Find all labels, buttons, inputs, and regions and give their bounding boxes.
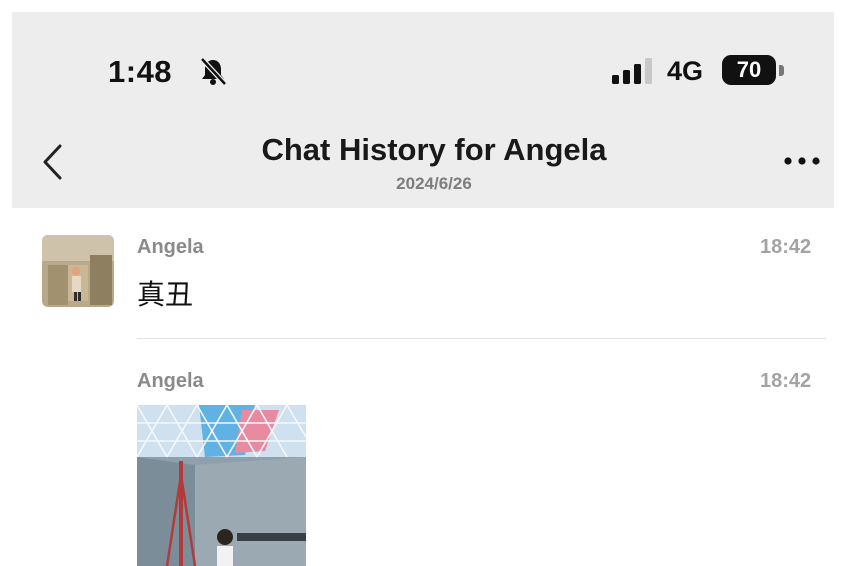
battery-level: 70 — [736, 57, 762, 82]
message-time: 18:42 — [760, 236, 812, 258]
signal-icon — [612, 58, 652, 84]
message-divider — [137, 338, 826, 339]
battery-cap — [779, 65, 784, 76]
chat-date: 2024/6/26 — [396, 174, 472, 193]
message-photo[interactable] — [137, 405, 306, 566]
message-sender: Angela — [137, 236, 204, 258]
avatar-image — [42, 235, 114, 307]
message-time: 18:42 — [760, 370, 812, 392]
battery-icon: 70 — [722, 55, 786, 87]
page-title: Chat History for Angela — [261, 132, 607, 167]
message-text: 真丑 — [137, 278, 194, 311]
bell-off-icon — [200, 57, 227, 86]
status-time: 1:48 — [108, 54, 173, 89]
photo-image — [137, 405, 306, 566]
network-label: 4G — [667, 56, 704, 86]
more-icon[interactable] — [780, 146, 824, 176]
message-sender: Angela — [137, 370, 204, 392]
avatar[interactable] — [42, 235, 114, 307]
